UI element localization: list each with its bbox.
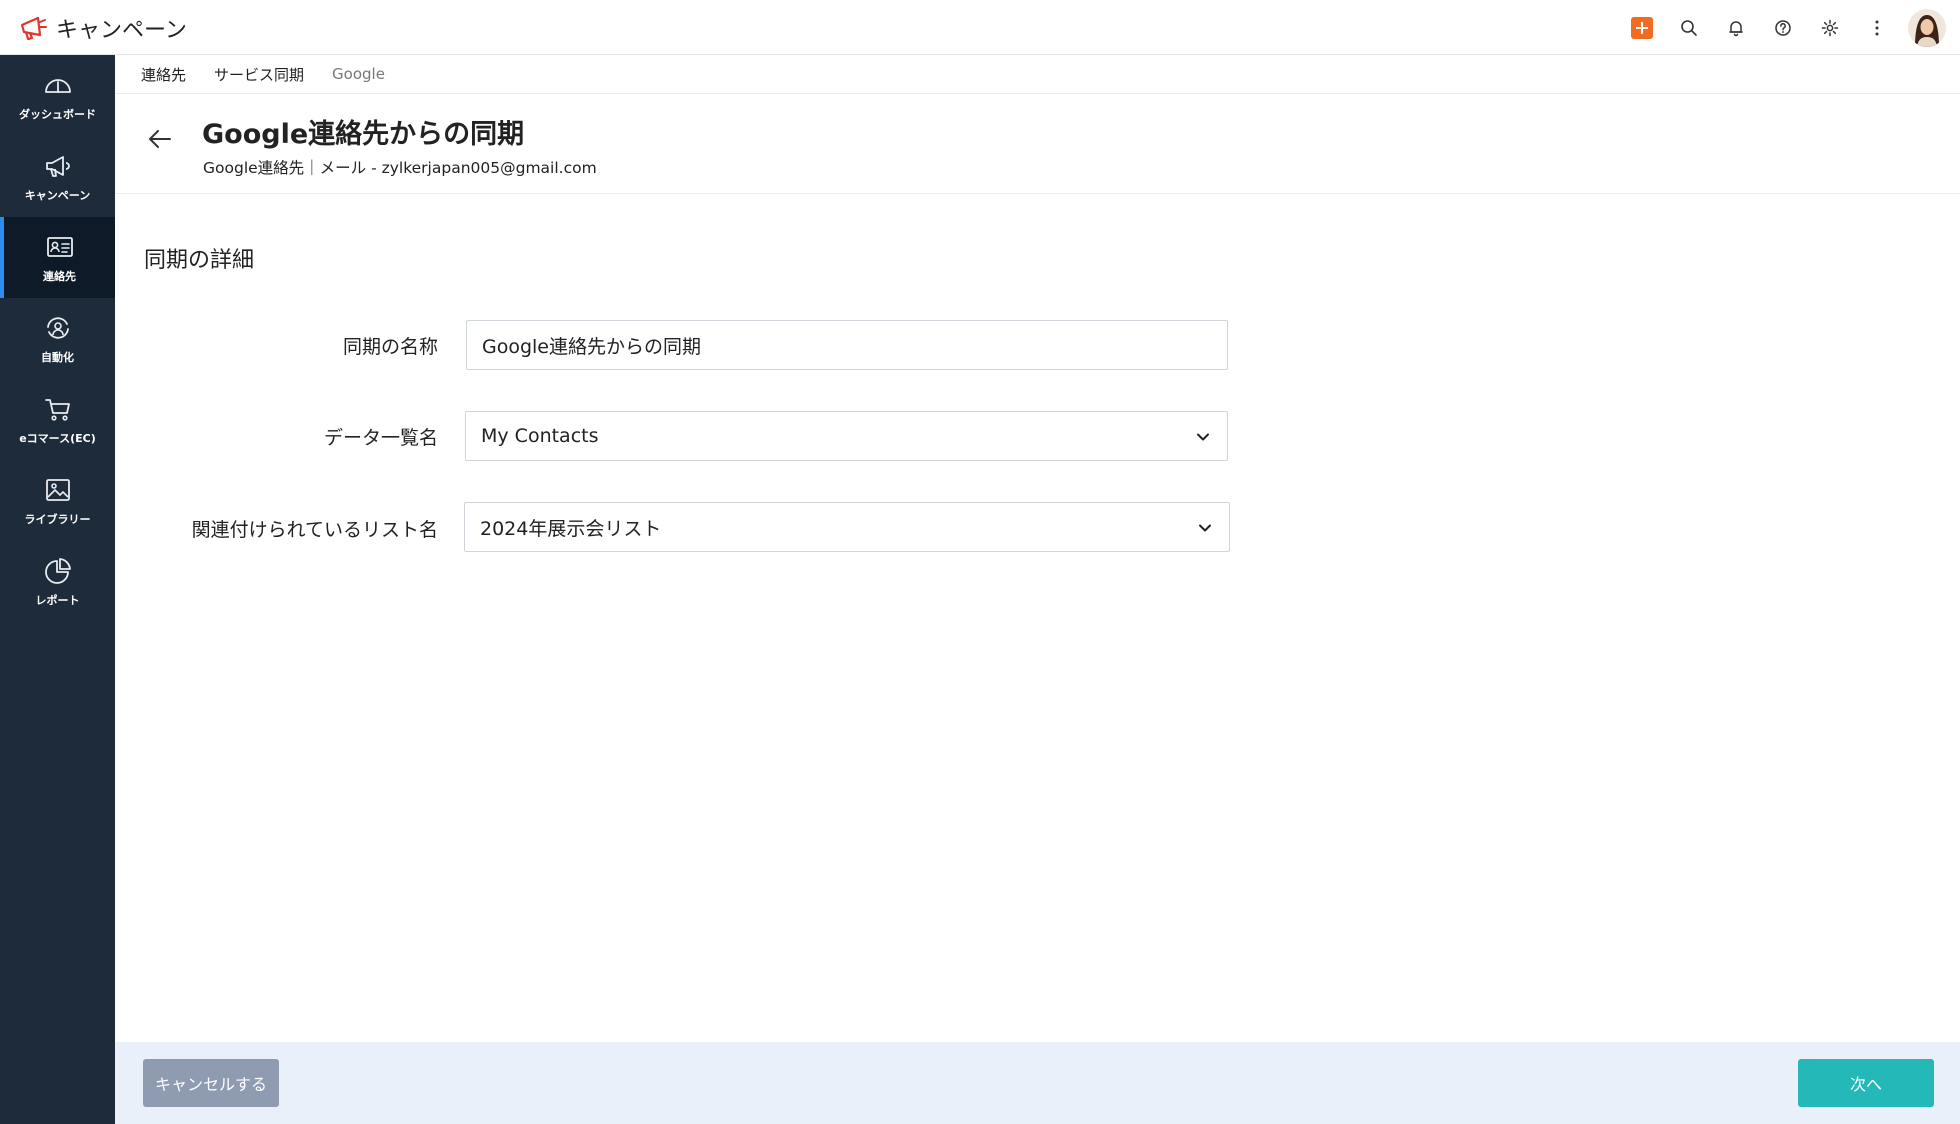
gear-icon xyxy=(1821,19,1838,36)
sidebar-item-dashboard[interactable]: ダッシュボード xyxy=(0,55,115,136)
campaign-logo-icon xyxy=(20,16,47,41)
chevron-down-icon xyxy=(1199,524,1211,532)
sidebar-item-campaigns[interactable]: キャンペーン xyxy=(0,136,115,217)
cancel-button[interactable]: キャンセルする xyxy=(143,1059,279,1107)
sidebar-item-label: ダッシュボード xyxy=(19,107,96,121)
help-icon xyxy=(1774,19,1791,36)
search-button[interactable] xyxy=(1665,0,1712,55)
breadcrumb-google: Google xyxy=(332,65,385,83)
settings-button[interactable] xyxy=(1806,0,1853,55)
linked-list-label: 関連付けられているリスト名 xyxy=(191,519,438,541)
dashboard-gauge-icon xyxy=(44,78,71,93)
plus-icon xyxy=(1630,16,1653,39)
contact-card-icon xyxy=(46,236,73,257)
breadcrumb-service-sync[interactable]: サービス同期 xyxy=(214,64,304,85)
sidebar-item-label: ライブラリー xyxy=(24,512,91,526)
more-options-button[interactable] xyxy=(1853,0,1900,55)
sidebar-item-automation[interactable]: 自動化 xyxy=(0,298,115,379)
sidebar-item-label: キャンペーン xyxy=(24,188,91,202)
back-arrow-icon[interactable] xyxy=(145,124,175,154)
sidebar-item-label: レポート xyxy=(35,593,80,607)
page-header: Google連絡先からの同期 Google連絡先｜メール - zylkerjap… xyxy=(115,94,1960,194)
breadcrumb-contacts[interactable]: 連絡先 xyxy=(141,64,186,85)
user-photo-icon xyxy=(1908,8,1946,47)
page-subtitle: Google連絡先｜メール - zylkerjapan005@gmail.com xyxy=(203,159,597,177)
sidebar-item-ecommerce[interactable]: eコマース(EC) xyxy=(0,379,115,460)
data-list-label: データ一覧名 xyxy=(323,427,438,449)
sidebar-item-label: eコマース(EC) xyxy=(19,431,96,445)
page-title: Google連絡先からの同期 xyxy=(202,119,525,150)
sidebar-item-label: 連絡先 xyxy=(43,269,76,283)
linked-list-selected-value: 2024年展示会リスト xyxy=(480,517,662,540)
footer-bar: キャンセルする 次へ xyxy=(115,1042,1960,1124)
chevron-down-icon xyxy=(1197,433,1209,441)
data-list-select[interactable]: My Contacts xyxy=(465,411,1228,461)
cart-icon xyxy=(44,398,70,421)
quick-create-button[interactable] xyxy=(1618,0,1665,55)
data-list-selected-value: My Contacts xyxy=(481,425,599,447)
section-title: 同期の詳細 xyxy=(144,248,255,273)
bell-icon xyxy=(1728,20,1743,36)
sidebar-item-contacts[interactable]: 連絡先 xyxy=(0,217,115,298)
linked-list-select[interactable]: 2024年展示会リスト xyxy=(464,502,1230,552)
help-button[interactable] xyxy=(1759,0,1806,55)
sidebar-item-library[interactable]: ライブラリー xyxy=(0,460,115,541)
sidebar-item-label: 自動化 xyxy=(41,350,74,364)
app-title: キャンペーン xyxy=(56,18,187,43)
notifications-button[interactable] xyxy=(1712,0,1759,55)
pie-chart-icon xyxy=(44,557,71,584)
next-button[interactable]: 次へ xyxy=(1798,1059,1934,1107)
image-library-icon xyxy=(45,478,70,501)
more-vertical-icon xyxy=(1875,20,1878,35)
top-actions xyxy=(1618,0,1946,55)
breadcrumb: 連絡先 サービス同期 Google xyxy=(115,55,1960,94)
automation-icon xyxy=(46,316,69,339)
search-icon xyxy=(1680,19,1697,36)
top-bar: キャンペーン xyxy=(0,0,1960,55)
sync-name-input[interactable] xyxy=(466,320,1228,370)
sync-name-label: 同期の名称 xyxy=(342,336,438,358)
user-avatar[interactable] xyxy=(1908,8,1946,47)
megaphone-icon xyxy=(45,155,70,177)
sidebar-item-reports[interactable]: レポート xyxy=(0,541,115,622)
sidebar: ダッシュボード キャンペーン 連絡先 自動化 eコマース(EC) ライブラリー … xyxy=(0,55,115,1124)
